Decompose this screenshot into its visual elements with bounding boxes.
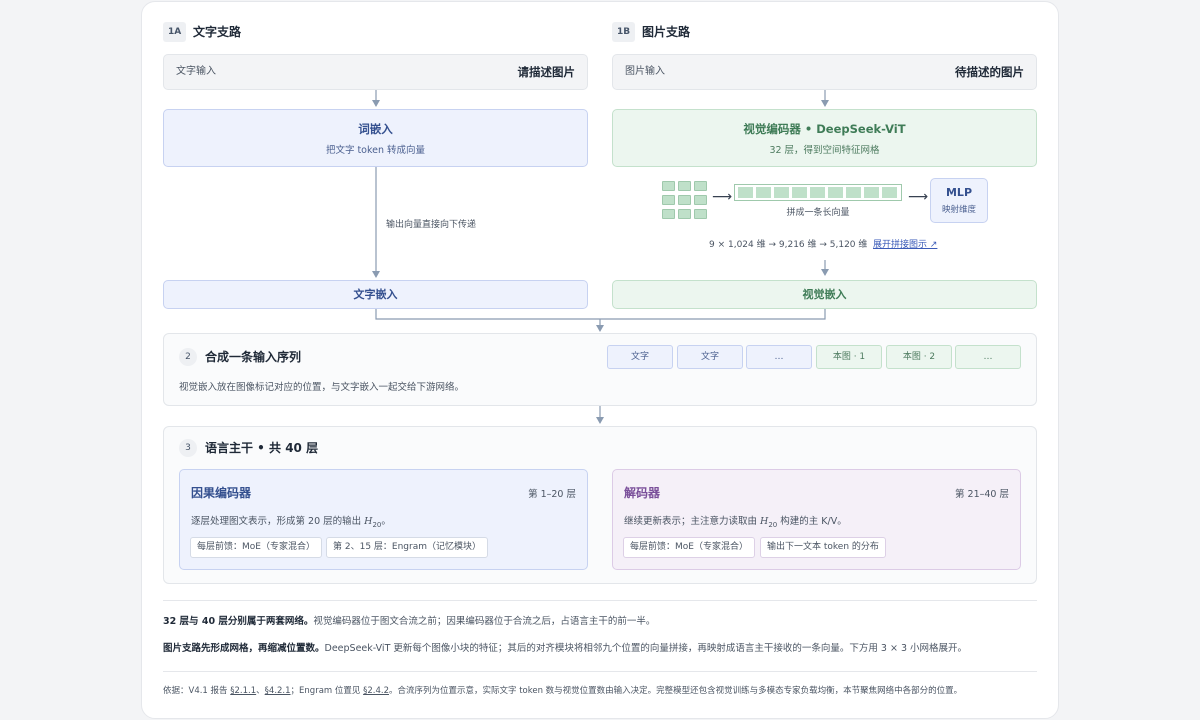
- badge-1b: 1B: [612, 22, 636, 42]
- concat-label: 拼成一条长向量: [786, 208, 850, 218]
- vision-encoder-box: 视觉编码器 • DeepSeek-ViT 32 层，得到空间特征网格: [612, 109, 1037, 167]
- badge-1a: 1A: [163, 22, 187, 42]
- arrow-right-icon: ⟶: [712, 189, 733, 205]
- vision-encoder-subtitle: 32 层，得到空间特征网格: [769, 145, 880, 156]
- merge-bracket: [375, 309, 826, 320]
- vector-segment: [881, 187, 897, 198]
- dimension-note: 9 × 1,024 维 → 9,216 维 → 5,120 维: [709, 240, 868, 250]
- decoder-range: 第 21–40 层: [955, 489, 1009, 500]
- decoder-tag-output: 输出下一文本 token 的分布: [760, 537, 886, 558]
- text-input-box: 文字输入 请描述图片: [163, 54, 588, 90]
- backbone-title: 语言主干 • 共 40 层: [205, 441, 319, 455]
- merge-description: 视觉嵌入放在图像标记对应的位置，与文字嵌入一起交给下游网络。: [179, 382, 465, 393]
- word-embedding-subtitle: 把文字 token 转成向量: [325, 145, 426, 156]
- grid-cell: [694, 195, 707, 205]
- note-paragraph-2: 图片支路先形成网格，再缩减位置数。DeepSeek-ViT 更新每个图像小块的特…: [163, 643, 968, 654]
- decoder-description: 继续更新表示；主注意力读取由 H20 构建的主 K/V。: [624, 516, 847, 529]
- text-input-label: 文字输入: [176, 66, 216, 77]
- word-embedding-title: 词嵌入: [358, 122, 393, 136]
- grid-cell: [678, 181, 691, 191]
- divider: [163, 600, 1037, 601]
- vision-encoder-title: 视觉编码器 • DeepSeek-ViT: [743, 122, 906, 136]
- text-embedding-label: 文字嵌入: [353, 288, 398, 301]
- vector-segment: [863, 187, 879, 198]
- grid-cell: [662, 209, 675, 219]
- vector-segment: [809, 187, 825, 198]
- merge-title: 合成一条输入序列: [205, 350, 302, 364]
- merge-sequence-panel: [163, 333, 1037, 406]
- word-embedding-box: 词嵌入 把文字 token 转成向量: [163, 109, 588, 167]
- grid-cell: [678, 209, 691, 219]
- arrow-right-icon: ⟶: [908, 189, 929, 205]
- image-input-value: 待描述的图片: [955, 65, 1024, 79]
- sequence-chip-text-ellipsis: …: [746, 345, 812, 369]
- encoder-tag-engram: 第 2、15 层：Engram（记忆模块）: [326, 537, 488, 558]
- causal-encoder-description: 逐层处理图文表示，形成第 20 层的输出 H20。: [191, 516, 391, 529]
- causal-encoder-title: 因果编码器: [191, 486, 252, 500]
- visual-embedding-label: 视觉嵌入: [802, 288, 847, 301]
- sequence-chip-text: 文字: [607, 345, 673, 369]
- expand-concat-link[interactable]: 展开拼接图示 ↗: [873, 237, 937, 250]
- visual-embedding-output: 视觉嵌入: [612, 280, 1037, 309]
- step-2-number: 2: [179, 348, 197, 366]
- text-embedding-output: 文字嵌入: [163, 280, 588, 309]
- ref-link[interactable]: §2.4.2: [363, 686, 389, 696]
- pass-through-note: 输出向量直接向下传递: [386, 220, 477, 230]
- vector-segment: [773, 187, 789, 198]
- vector-segment: [737, 187, 753, 198]
- mlp-title: MLP: [945, 186, 973, 199]
- vector-segment: [755, 187, 771, 198]
- vector-segment: [827, 187, 843, 198]
- image-input-box: 图片输入 待描述的图片: [612, 54, 1037, 90]
- sequence-chip-image: 本图 · 2: [886, 345, 952, 369]
- grid-cell: [678, 195, 691, 205]
- step-3-number: 3: [179, 439, 197, 457]
- mlp-box: MLP 映射维度: [930, 178, 988, 223]
- note-paragraph-1: 32 层与 40 层分别属于两套网络。视觉编码器位于图文合流之前；因果编码器位于…: [163, 616, 656, 627]
- encoder-tag-moe: 每层前馈：MoE（专家混合）: [190, 537, 322, 558]
- vector-segment: [791, 187, 807, 198]
- grid-cell: [694, 181, 707, 191]
- sequence-chip-text: 文字: [677, 345, 743, 369]
- decoder-title: 解码器: [624, 486, 661, 500]
- grid-cell: [662, 181, 675, 191]
- image-branch-title: 图片支路: [642, 25, 691, 39]
- vector-segment: [845, 187, 861, 198]
- text-input-value: 请描述图片: [517, 65, 576, 79]
- footer-source: 依据：V4.1 报告 §2.1.1、§4.2.1；Engram 位置见 §2.4…: [163, 686, 963, 696]
- divider: [163, 671, 1037, 672]
- ref-link[interactable]: §4.2.1: [265, 686, 291, 696]
- ref-link[interactable]: §2.1.1: [230, 686, 256, 696]
- sequence-chip-image-ellipsis: …: [955, 345, 1021, 369]
- decoder-tag-moe: 每层前馈：MoE（专家混合）: [623, 537, 755, 558]
- sequence-chip-image: 本图 · 1: [816, 345, 882, 369]
- text-branch-title: 文字支路: [193, 25, 242, 39]
- mlp-subtitle: 映射维度: [941, 205, 976, 215]
- grid-cell: [662, 195, 675, 205]
- causal-encoder-range: 第 1–20 层: [528, 489, 576, 500]
- image-input-label: 图片输入: [625, 66, 665, 77]
- grid-cell: [694, 209, 707, 219]
